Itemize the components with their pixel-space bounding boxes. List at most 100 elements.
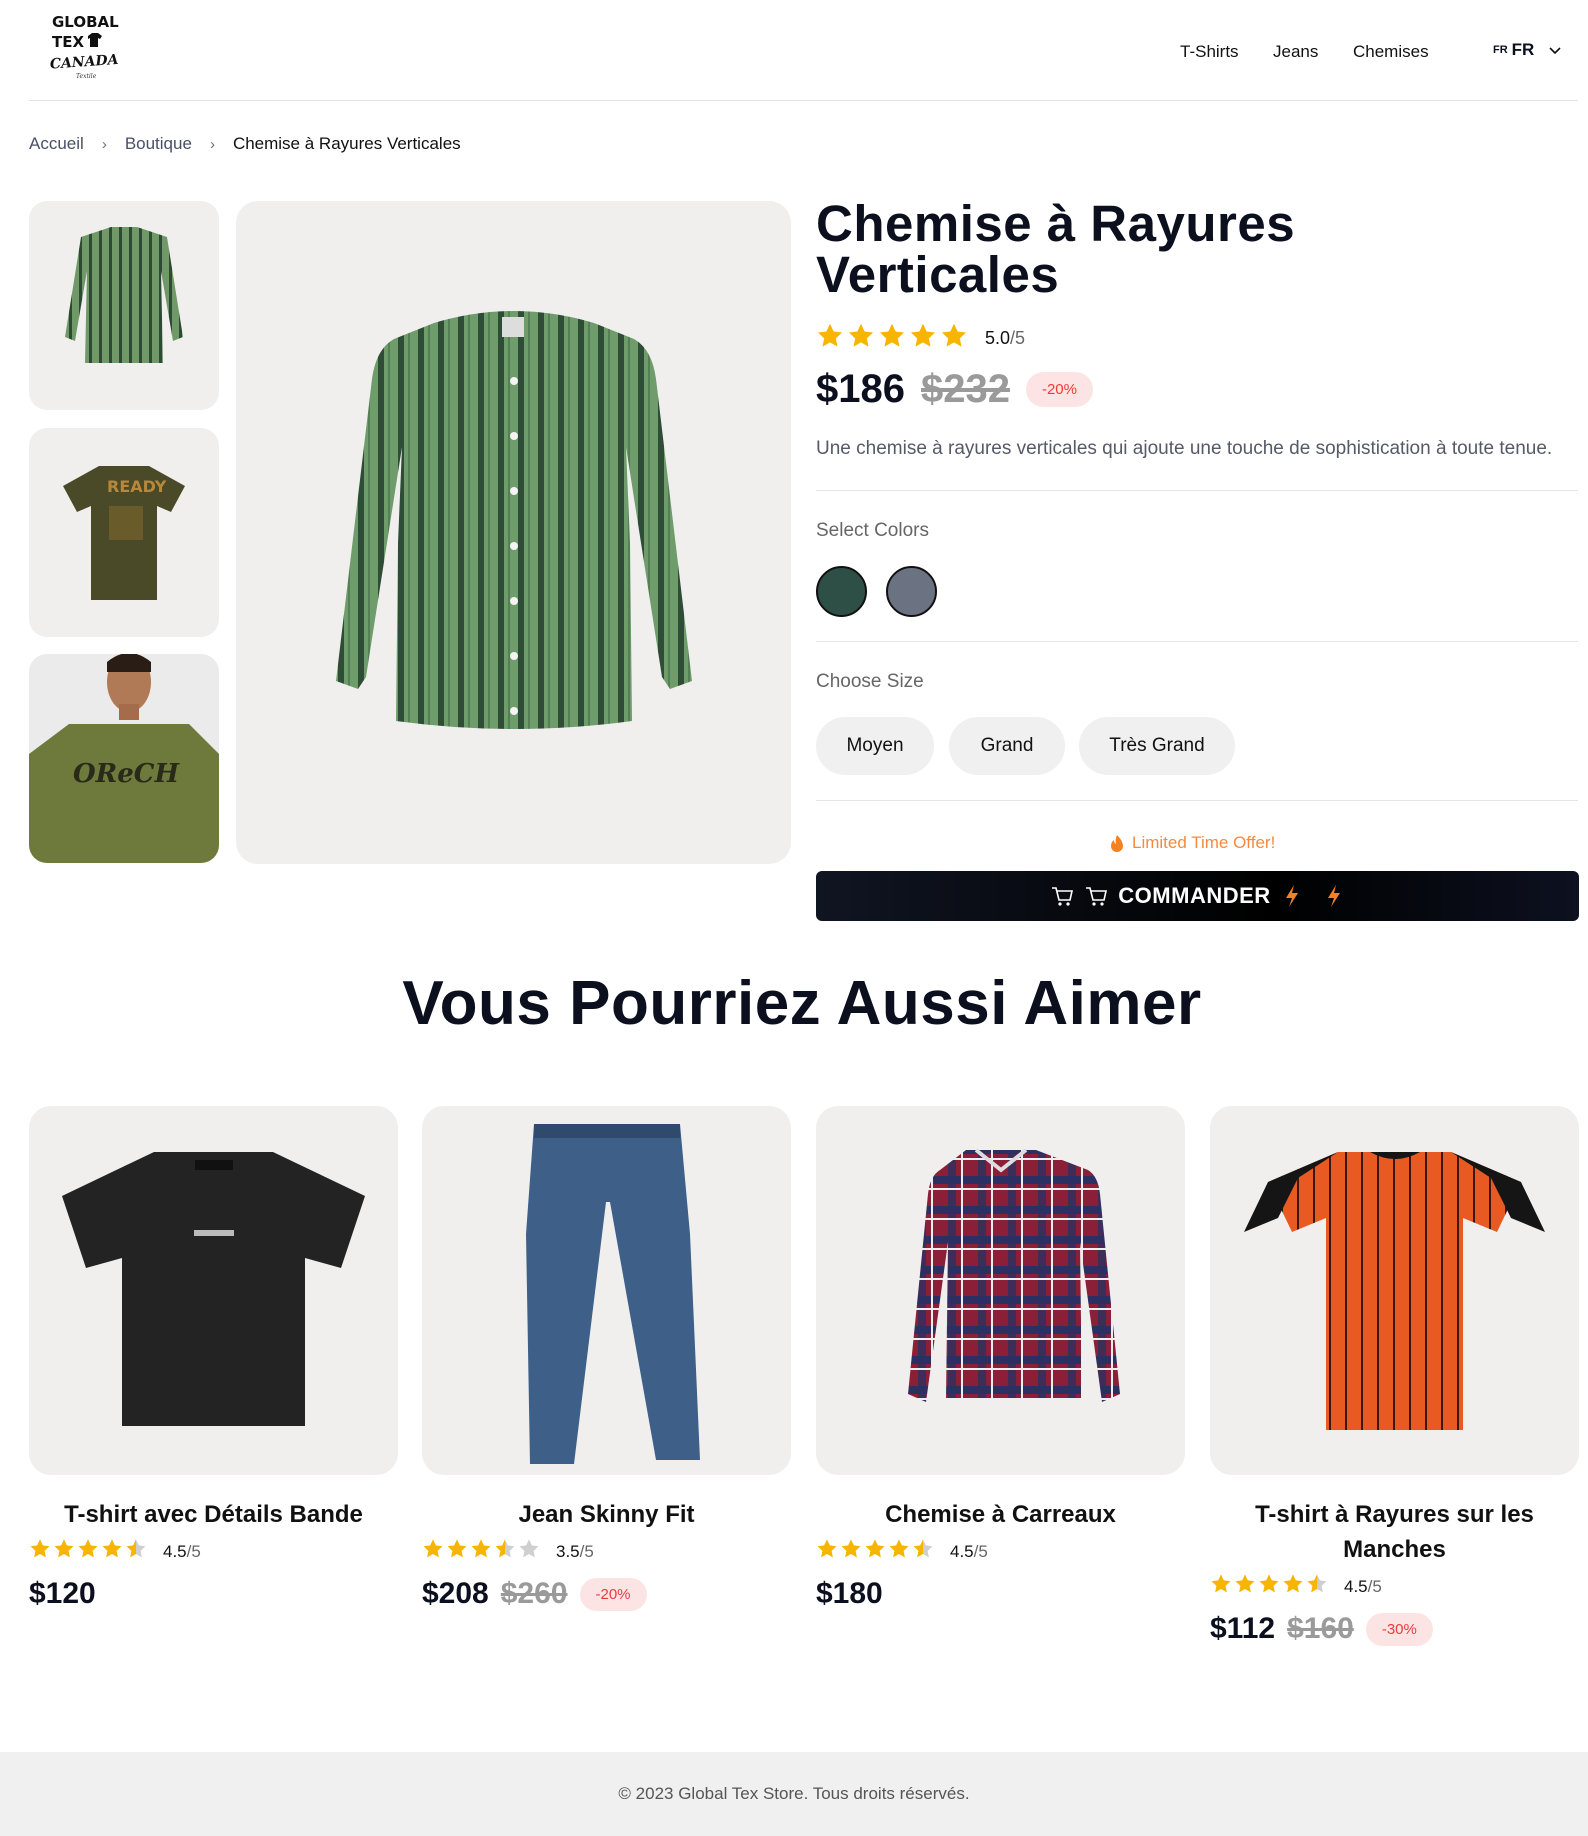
product-title: Chemise à Rayures Verticales [816,198,1536,300]
product-card-rating: 4.5/5 [29,1538,398,1565]
current-price: $208 [422,1577,489,1610]
brand-logo[interactable]: GLOBAL TEX CANADA Textile [44,10,122,84]
star-full-icon [878,322,906,355]
discount-badge: -30% [1365,1612,1433,1646]
star-full-icon [77,1538,99,1565]
star-rating-icons [816,322,971,355]
star-rating-icons [422,1538,542,1565]
product-description: Une chemise à rayures verticales qui ajo… [816,438,1553,459]
chevron-right-icon: › [101,135,107,153]
order-button-label: COMMANDER [1118,883,1271,908]
svg-text:OReCH: OReCH [73,759,180,789]
related-section-title: Vous Pourriez Aussi Aimer [402,969,1202,1038]
product-card-rating: 4.5/5 [816,1538,1185,1565]
discount-badge: -20% [1025,372,1093,407]
product-card: T-shirt à Rayures sur les Manches 4.5/5 … [1210,1106,1579,1646]
product-card-price-row: $112 $160 -30% [1210,1612,1579,1646]
divider [816,800,1578,801]
nav-chemises[interactable]: Chemises [1353,42,1429,62]
star-full-icon [864,1538,886,1565]
rating-max: /5 [1367,1576,1382,1596]
product-card-price-row: $208 $260 -20% [422,1577,791,1611]
star-full-icon [470,1538,492,1565]
star-full-icon [422,1538,444,1565]
star-full-icon [940,322,968,355]
rating-max: /5 [186,1541,201,1561]
current-price: $186 [816,367,905,411]
rating-number: 3.5 [556,1541,580,1561]
star-rating-icons [1210,1573,1330,1600]
product-card-image[interactable] [1210,1106,1579,1475]
star-empty-icon [518,1538,540,1565]
size-option-grand[interactable]: Grand [949,717,1065,775]
fire-icon [1111,835,1123,852]
star-full-icon [101,1538,123,1565]
main-product-image [236,201,791,864]
rating-number: 4.5 [163,1541,187,1561]
order-button[interactable]: COMMANDER [816,871,1579,921]
discount-badge: -20% [579,1577,647,1611]
thumbnail-olive-tshirt[interactable]: READY [29,428,219,637]
logo-word-global: GLOBAL [52,13,119,31]
star-full-icon [1282,1573,1304,1600]
product-title-line-2: Verticales [816,246,1060,303]
copyright-text: © 2023 Global Tex Store. Tous droits rés… [618,1784,970,1803]
current-price: $112 [1210,1612,1276,1645]
original-price: $232 [920,367,1010,411]
language-selector[interactable]: FR FR [1493,40,1564,60]
product-card-rating: 3.5/5 [422,1538,791,1565]
product-card-image[interactable] [422,1106,791,1475]
nav-jeans[interactable]: Jeans [1273,42,1318,62]
lightning-icon [1327,885,1340,907]
star-half-icon [912,1538,934,1565]
product-card-image[interactable] [816,1106,1185,1475]
cart-icon [1052,887,1074,906]
size-option-moyen[interactable]: Moyen [816,717,934,775]
star-half-icon [125,1538,147,1565]
product-card-name[interactable]: T-shirt avec Détails Bande [29,1497,398,1532]
star-full-icon [1234,1573,1256,1600]
thumbnail-model-tshirt[interactable]: OReCH [29,654,219,863]
original-price: $260 [500,1577,568,1610]
divider [816,641,1578,642]
color-swatch-gray[interactable] [886,566,937,617]
language-code: FR [1511,40,1535,59]
rating-value: 4.5/5 [1344,1577,1382,1597]
rating-value: 5.0/5 [985,328,1025,349]
breadcrumb: Accueil › Boutique › Chemise à Rayures V… [29,134,461,154]
breadcrumb-shop[interactable]: Boutique [125,134,192,154]
rating-value: 3.5/5 [556,1542,594,1562]
star-full-icon [1210,1573,1232,1600]
product-card: T-shirt avec Détails Bande 4.5/5 $120 [29,1106,398,1611]
header-divider [29,100,1578,101]
size-option-tres-grand[interactable]: Très Grand [1079,717,1235,775]
breadcrumb-home[interactable]: Accueil [29,134,84,154]
thumbnail-striped-shirt[interactable] [29,201,219,410]
divider [816,490,1578,491]
limited-offer-notice: Limited Time Offer! [1110,833,1275,853]
language-flag-label: FR [1493,44,1508,56]
breadcrumb-current: Chemise à Rayures Verticales [232,134,461,153]
color-swatch-green[interactable] [816,566,867,617]
nav-tshirts[interactable]: T-Shirts [1180,42,1239,62]
product-card-price-row: $180 [816,1577,1185,1611]
star-full-icon [840,1538,862,1565]
select-colors-label: Select Colors [816,520,929,541]
logo-script: Textile [76,73,97,80]
current-price: $120 [29,1577,96,1610]
star-full-icon [53,1538,75,1565]
star-full-icon [847,322,875,355]
rating-value: 4.5/5 [950,1542,988,1562]
product-card-name[interactable]: Jean Skinny Fit [422,1497,791,1532]
rating-number: 5.0 [985,328,1011,348]
product-card-name[interactable]: Chemise à Carreaux [816,1497,1185,1532]
lightning-icon [1285,885,1298,907]
product-card-image[interactable] [29,1106,398,1475]
tshirt-icon [88,33,102,47]
site-header: GLOBAL TEX CANADA Textile T-Shirts Jeans… [0,0,1588,101]
product-card-name[interactable]: T-shirt à Rayures sur les Manches [1210,1497,1579,1567]
product-card-rating: 4.5/5 [1210,1573,1579,1600]
product-card: Chemise à Carreaux 4.5/5 $180 [816,1106,1185,1611]
star-half-icon [494,1538,516,1565]
rating-value: 4.5/5 [163,1542,201,1562]
